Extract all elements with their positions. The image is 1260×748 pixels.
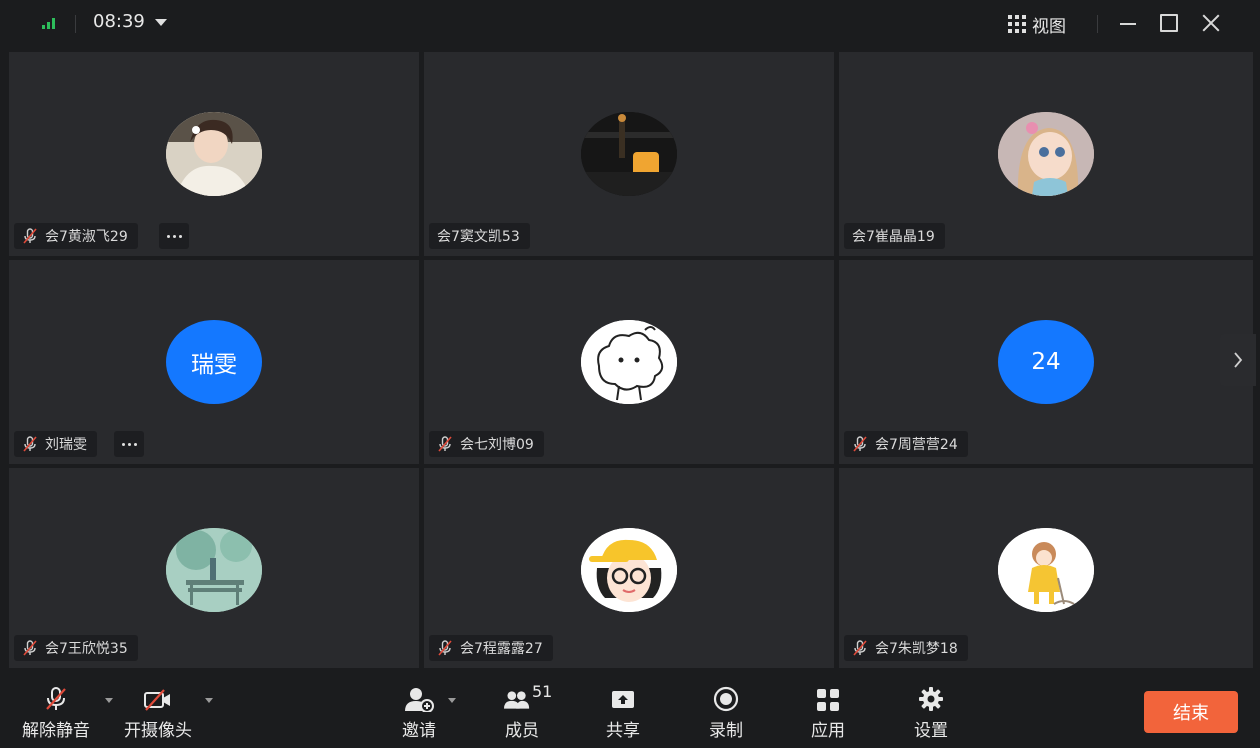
participant-tile[interactable]: 会七刘博09 [424, 260, 834, 464]
participant-nameplate: 会7崔晶晶19 [844, 223, 945, 249]
participant-name: 会7周营营24 [875, 437, 958, 453]
unmute-label: 解除静音 [22, 721, 90, 741]
chevron-right-icon [1234, 352, 1243, 368]
camera-label: 开摄像头 [124, 721, 192, 741]
mic-off-icon [437, 640, 453, 656]
participant-name: 会7崔晶晶19 [852, 229, 935, 245]
camera-button[interactable]: 开摄像头 [124, 684, 213, 741]
mic-off-icon [852, 640, 868, 656]
participant-tile[interactable]: 会7程露露27 [424, 468, 834, 668]
participant-tile[interactable]: 瑞雯 刘瑞雯 [9, 260, 419, 464]
invite-label: 邀请 [402, 721, 436, 741]
participant-nameplate: 会7朱凯梦18 [844, 635, 968, 661]
settings-label: 设置 [914, 721, 948, 741]
view-layout-label: 视图 [1032, 16, 1066, 37]
meeting-duration: 08:39 [93, 11, 145, 32]
participant-name: 会7王欣悦35 [45, 641, 128, 657]
participant-name: 会七刘博09 [460, 437, 534, 453]
record-button[interactable]: 录制 [709, 684, 743, 741]
participant-tile[interactable]: 会7黄淑飞29 [9, 52, 419, 256]
participant-nameplate: 会7黄淑飞29 [14, 223, 138, 249]
participant-name: 会7朱凯梦18 [875, 641, 958, 657]
share-label: 共享 [606, 721, 640, 741]
divider [1097, 15, 1098, 33]
apps-button[interactable]: 应用 [811, 684, 845, 741]
photo-night-lamp-icon [581, 112, 677, 196]
maximize-icon[interactable] [1160, 14, 1178, 32]
photo-girl-icon [166, 112, 262, 196]
more-options-button[interactable] [114, 431, 144, 457]
apps-grid-icon [817, 689, 839, 711]
chevron-down-icon[interactable] [105, 698, 113, 703]
chevron-down-icon[interactable] [155, 19, 167, 26]
raincoat-girl-icon [998, 528, 1094, 612]
unmute-button[interactable]: 解除静音 [22, 684, 113, 741]
participant-tile[interactable]: 会7王欣悦35 [9, 468, 419, 668]
members-button[interactable]: 51 成员 [504, 682, 552, 741]
participant-tile[interactable]: 会7窦文凯53 [424, 52, 834, 256]
mic-off-icon [22, 640, 38, 656]
video-grid: 会7黄淑飞29 会7窦文凯53 会7崔晶晶19 瑞雯 刘瑞雯 会七刘博09 24… [9, 52, 1253, 668]
glasses-kid-icon [581, 528, 677, 612]
participant-nameplate: 会7王欣悦35 [14, 635, 138, 661]
cartoon-girl-icon [998, 112, 1094, 196]
end-meeting-button[interactable]: 结束 [1144, 691, 1238, 733]
participant-tile[interactable]: 会7朱凯梦18 [839, 468, 1253, 668]
participant-name: 刘瑞雯 [45, 437, 87, 453]
invite-button[interactable]: 邀请 [402, 684, 456, 741]
members-count: 51 [532, 682, 553, 701]
title-bar: 08:39 视图 [0, 0, 1260, 48]
divider [75, 15, 76, 33]
close-icon[interactable] [1200, 12, 1222, 34]
mic-off-icon [437, 436, 453, 452]
mic-off-icon [22, 228, 38, 244]
participant-nameplate: 刘瑞雯 [14, 431, 97, 457]
camera-off-icon [144, 689, 170, 711]
gear-icon [919, 687, 943, 711]
mic-off-icon [22, 436, 38, 452]
participant-name: 会7黄淑飞29 [45, 229, 128, 245]
bottom-toolbar: 解除静音 开摄像头 邀请 51 成员 共享 录制 应用 设置 结束 [0, 672, 1260, 748]
grid-icon [1008, 15, 1026, 33]
mic-off-icon [852, 436, 868, 452]
chevron-down-icon[interactable] [448, 698, 456, 703]
add-user-icon [405, 688, 434, 712]
minimize-icon[interactable] [1118, 13, 1138, 33]
sheep-sketch-icon [581, 320, 677, 404]
next-page-button[interactable] [1220, 334, 1256, 386]
bench-landscape-icon [166, 528, 262, 612]
more-options-button[interactable] [159, 223, 189, 249]
participant-nameplate: 会七刘博09 [429, 431, 544, 457]
view-layout-button[interactable]: 视图 [1008, 12, 1066, 37]
avatar-text: 24 [998, 320, 1094, 404]
participant-name: 会7程露露27 [460, 641, 543, 657]
mic-off-icon [46, 687, 66, 710]
apps-label: 应用 [811, 721, 845, 741]
settings-button[interactable]: 设置 [914, 684, 948, 741]
share-screen-icon [612, 691, 634, 708]
chevron-down-icon[interactable] [205, 698, 213, 703]
participant-nameplate: 会7程露露27 [429, 635, 553, 661]
avatar-text: 瑞雯 [166, 320, 262, 404]
participant-nameplate: 会7周营营24 [844, 431, 968, 457]
users-icon [504, 691, 530, 709]
share-button[interactable]: 共享 [606, 684, 640, 741]
members-label: 成员 [505, 721, 539, 741]
participant-tile[interactable]: 会7崔晶晶19 [839, 52, 1253, 256]
record-label: 录制 [709, 721, 743, 741]
participant-tile[interactable]: 24 会7周营营24 [839, 260, 1253, 464]
participant-nameplate: 会7窦文凯53 [429, 223, 530, 249]
participant-name: 会7窦文凯53 [437, 229, 520, 245]
signal-strength-icon [42, 17, 58, 29]
record-icon [713, 686, 739, 712]
